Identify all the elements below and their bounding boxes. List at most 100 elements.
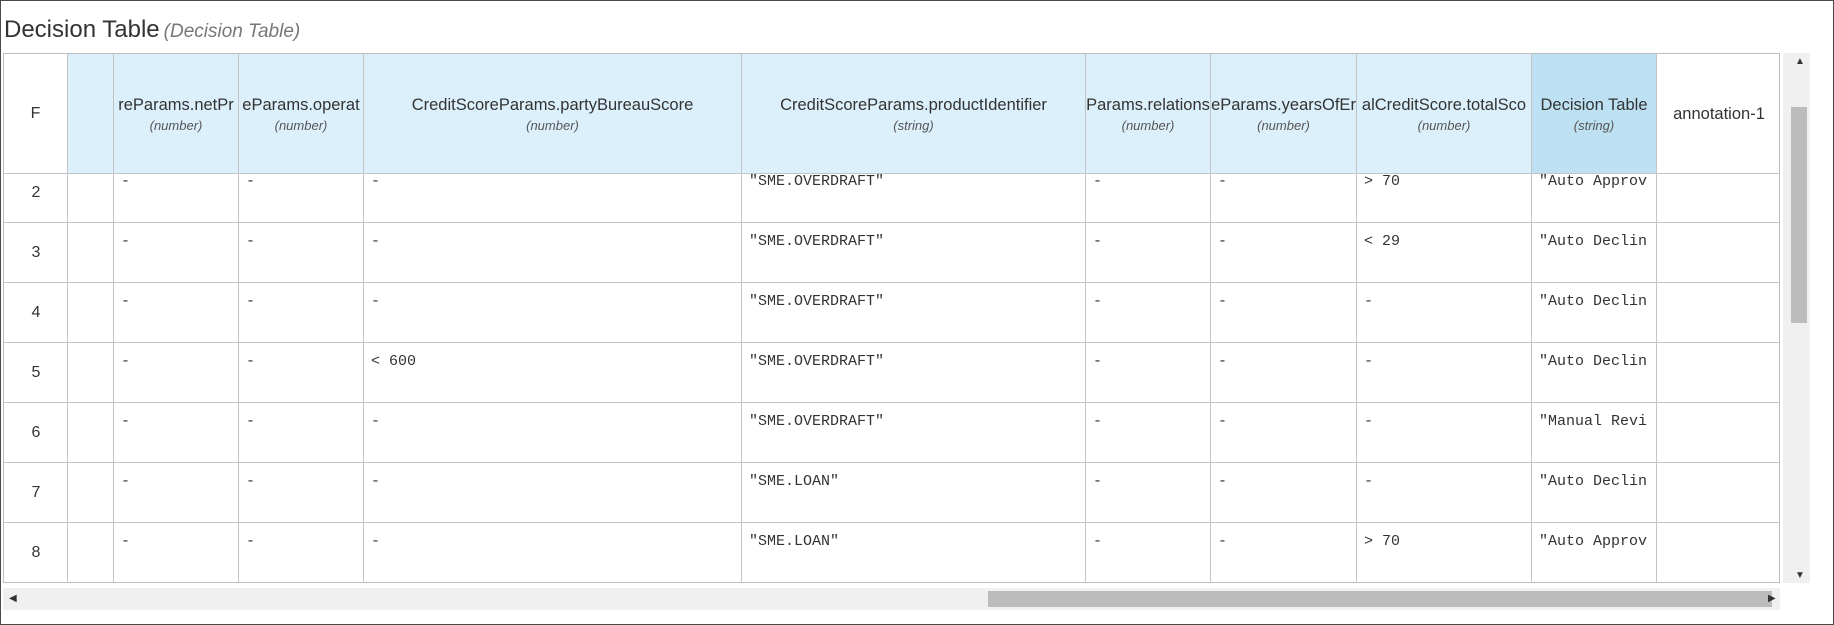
table-cell[interactable] <box>68 523 114 582</box>
table-cell[interactable] <box>68 283 114 343</box>
header-col-relations[interactable]: Params.relations (number) <box>1086 54 1211 174</box>
row-index[interactable]: 6 <box>4 403 68 463</box>
table-cell[interactable]: > 70 <box>1357 523 1532 582</box>
header-col-output-decision-table[interactable]: Decision Table (string) <box>1532 54 1657 174</box>
table-cell[interactable] <box>68 223 114 283</box>
table-cell[interactable]: - <box>364 463 742 523</box>
header-col-operat[interactable]: eParams.operat (number) <box>239 54 364 174</box>
table-cell[interactable]: - <box>1211 343 1357 403</box>
table-cell[interactable]: - <box>114 163 239 223</box>
table-cell[interactable]: "Auto Declin <box>1532 223 1657 283</box>
table-cell[interactable]: - <box>1211 163 1357 223</box>
table-cell[interactable]: - <box>1086 523 1211 582</box>
table-cell[interactable]: "SME.LOAN" <box>742 523 1086 582</box>
table-cell[interactable]: "Auto Declin <box>1532 343 1657 403</box>
row-index[interactable]: 8 <box>4 523 68 582</box>
decision-grid[interactable]: F reParams.netPr (number) eParams.operat (… <box>3 53 1780 583</box>
header-col-party-bureau-score[interactable]: CreditScoreParams.partyBureauScore (numbe… <box>364 54 742 174</box>
table-cell[interactable] <box>68 343 114 403</box>
table-cell[interactable] <box>1657 523 1779 582</box>
table-cell[interactable]: - <box>239 223 364 283</box>
table-cell[interactable]: - <box>1086 343 1211 403</box>
table-cell[interactable]: - <box>239 343 364 403</box>
header-index[interactable]: F <box>4 54 68 174</box>
table-cell[interactable]: - <box>1357 283 1532 343</box>
table-cell[interactable] <box>68 463 114 523</box>
table-cell[interactable]: - <box>364 163 742 223</box>
table-cell[interactable] <box>1657 463 1779 523</box>
row-index[interactable]: 3 <box>4 223 68 283</box>
vertical-scrollbar[interactable]: ▲ ▼ <box>1783 53 1810 583</box>
table-cell[interactable]: - <box>364 283 742 343</box>
arrow-left-icon[interactable]: ◀ <box>9 594 17 604</box>
table-cell[interactable]: - <box>1086 223 1211 283</box>
table-cell[interactable]: - <box>364 523 742 582</box>
table-cell[interactable] <box>1657 283 1779 343</box>
table-cell[interactable]: "SME.OVERDRAFT" <box>742 163 1086 223</box>
row-index[interactable]: 7 <box>4 463 68 523</box>
table-cell[interactable]: - <box>364 403 742 463</box>
vertical-scroll-thumb[interactable] <box>1791 107 1807 323</box>
table-cell[interactable]: - <box>1086 283 1211 343</box>
table-cell[interactable] <box>1657 403 1779 463</box>
table-cell[interactable]: - <box>239 523 364 582</box>
table-cell[interactable]: - <box>1086 403 1211 463</box>
table-cell[interactable] <box>1657 163 1779 223</box>
horizontal-scroll-thumb[interactable] <box>988 591 1772 607</box>
table-cell[interactable]: - <box>1086 163 1211 223</box>
row-index[interactable]: 2 <box>4 163 68 223</box>
table-cell[interactable]: "SME.LOAN" <box>742 463 1086 523</box>
table-cell[interactable]: - <box>1211 523 1357 582</box>
table-cell[interactable]: < 29 <box>1357 223 1532 283</box>
table-cell[interactable]: "SME.OVERDRAFT" <box>742 223 1086 283</box>
table-cell[interactable] <box>68 403 114 463</box>
row-index[interactable]: 4 <box>4 283 68 343</box>
table-cell[interactable]: - <box>1357 463 1532 523</box>
row-index[interactable]: 5 <box>4 343 68 403</box>
arrow-up-icon[interactable]: ▲ <box>1795 57 1805 67</box>
table-cell[interactable]: "SME.OVERDRAFT" <box>742 343 1086 403</box>
table-cell[interactable]: - <box>114 403 239 463</box>
header-col-blank[interactable] <box>68 54 114 174</box>
table-cell[interactable]: < 600 <box>364 343 742 403</box>
column-divider <box>1210 54 1211 582</box>
header-col-total-score[interactable]: alCreditScore.totalSco (number) <box>1357 54 1532 174</box>
table-cell[interactable]: - <box>239 403 364 463</box>
table-cell[interactable]: - <box>1357 343 1532 403</box>
table-cell[interactable]: - <box>239 163 364 223</box>
header-col-netpr[interactable]: reParams.netPr (number) <box>114 54 239 174</box>
header-col-product-identifier[interactable]: CreditScoreParams.productIdentifier (stri… <box>742 54 1086 174</box>
table-cell[interactable]: - <box>1357 403 1532 463</box>
table-cell[interactable]: "Auto Declin <box>1532 283 1657 343</box>
table-cell[interactable]: - <box>114 343 239 403</box>
table-cell[interactable]: "SME.OVERDRAFT" <box>742 283 1086 343</box>
table-cell[interactable]: - <box>239 463 364 523</box>
table-cell[interactable]: - <box>1086 463 1211 523</box>
table-cell[interactable]: - <box>114 223 239 283</box>
arrow-right-icon[interactable]: ▶ <box>1768 594 1776 604</box>
header-col-annotation[interactable]: annotation-1 <box>1657 54 1779 174</box>
table-cell[interactable]: - <box>1211 283 1357 343</box>
table-cell[interactable]: - <box>114 463 239 523</box>
table-cell[interactable] <box>1657 223 1779 283</box>
table-cell[interactable]: - <box>1211 403 1357 463</box>
table-cell[interactable]: "Manual Revi <box>1532 403 1657 463</box>
table-cell[interactable]: "Auto Approv <box>1532 523 1657 582</box>
header-name: CreditScoreParams.partyBureauScore <box>411 95 694 114</box>
horizontal-scrollbar[interactable]: ◀ ▶ <box>3 588 1780 610</box>
table-cell[interactable] <box>1657 343 1779 403</box>
table-cell[interactable]: - <box>239 283 364 343</box>
table-cell[interactable] <box>68 163 114 223</box>
header-type: (number) <box>274 117 328 133</box>
table-cell[interactable]: - <box>1211 223 1357 283</box>
table-cell[interactable]: "Auto Approv <box>1532 163 1657 223</box>
table-cell[interactable]: - <box>114 283 239 343</box>
table-cell[interactable]: "Auto Declin <box>1532 463 1657 523</box>
header-col-years-of[interactable]: eParams.yearsOfEr (number) <box>1211 54 1357 174</box>
arrow-down-icon[interactable]: ▼ <box>1795 571 1805 581</box>
table-cell[interactable]: "SME.OVERDRAFT" <box>742 403 1086 463</box>
table-cell[interactable]: - <box>114 523 239 582</box>
table-cell[interactable]: > 70 <box>1357 163 1532 223</box>
table-cell[interactable]: - <box>364 223 742 283</box>
table-cell[interactable]: - <box>1211 463 1357 523</box>
